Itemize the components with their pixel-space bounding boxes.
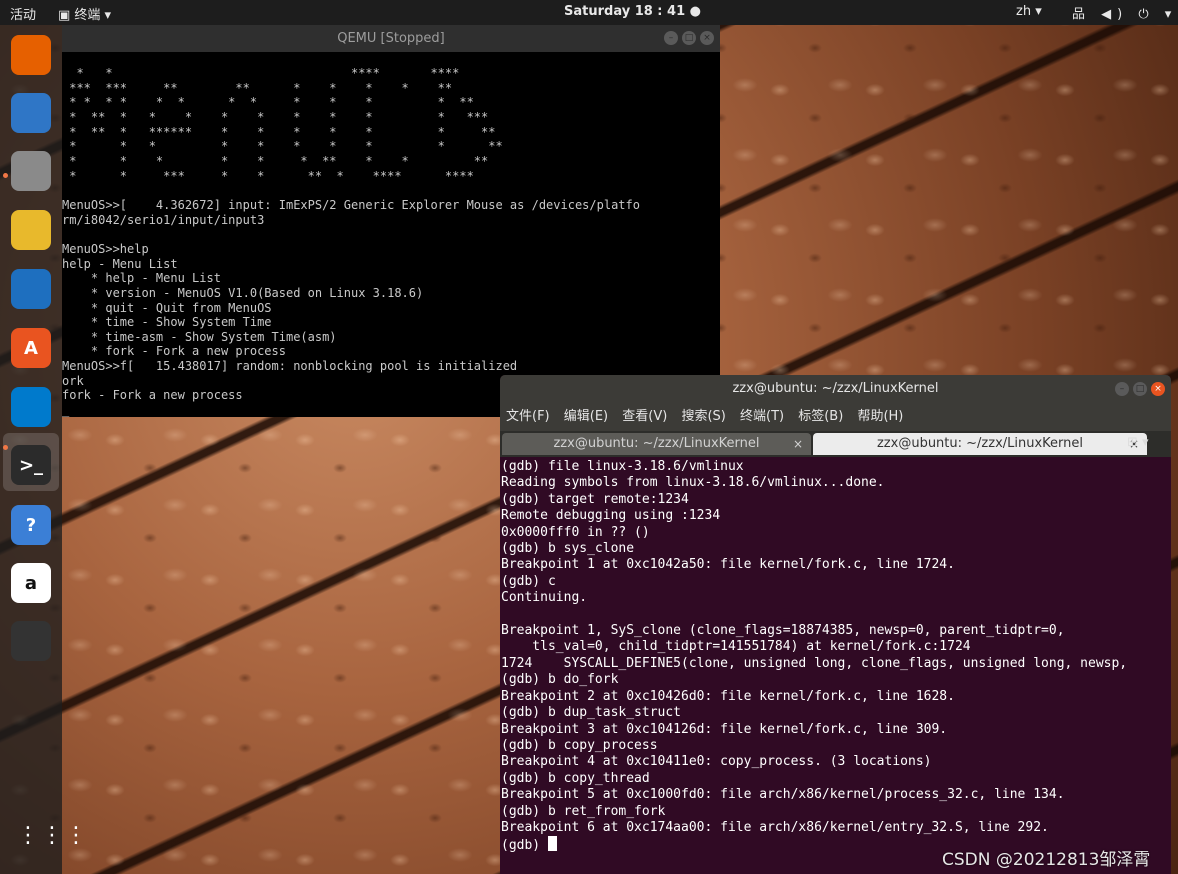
console-line: fork - Fork a new process [62, 388, 243, 403]
terminal-line: 0x0000fff0 in ?? () [501, 524, 650, 540]
watermark: CSDN @20212813邹泽霄 [942, 850, 1151, 870]
terminal-line: Breakpoint 6 at 0xc174aa00: file arch/x8… [501, 819, 1049, 835]
software-icon[interactable]: A [11, 328, 51, 368]
rhythmbox-icon[interactable] [11, 210, 51, 250]
parrot-icon[interactable] [11, 621, 51, 661]
terminal-window[interactable]: zzx@ubuntu: ~/zzx/LinuxKernel – □ × 文件(F… [500, 375, 1171, 874]
terminal-line: 1724 SYSCALL_DEFINE5(clone, unsigned lon… [501, 655, 1128, 671]
writer-icon[interactable] [11, 269, 51, 309]
top-bar: 活动 ▣ 终端 ▾ Saturday 18 : 41 ● zh ▾ 品 ◀) ⏻… [0, 0, 1178, 25]
console-line: MenuOS>>[ 4.362672] input: ImExPS/2 Gene… [62, 197, 640, 212]
console-line: * * * * * * ** * * ** [62, 153, 489, 168]
console-line: * quit - Quit from MenuOS [62, 300, 272, 315]
maximize-icon[interactable]: □ [682, 31, 696, 45]
text-cursor [547, 836, 557, 852]
terminal-line: Remote debugging using :1234 [501, 508, 721, 524]
running-indicator [3, 445, 8, 450]
menu-view[interactable]: 查看(V) [622, 409, 667, 424]
new-tab-icon[interactable]: ⊞ ▾ [1127, 435, 1149, 450]
console-line: *** *** ** ** * * * * ** [62, 80, 453, 95]
app-menu-label: 终端 ▾ [74, 8, 112, 23]
menu-edit[interactable]: 编辑(E) [564, 409, 608, 424]
console-line: rm/i8042/serio1/input/input3 [62, 212, 265, 227]
tab-2[interactable]: zzx@ubuntu: ~/zzx/LinuxKernel × [813, 433, 1147, 455]
terminal-line: Reading symbols from linux-3.18.6/vmlinu… [501, 475, 885, 491]
clock[interactable]: Saturday 18 : 41 ● [564, 4, 701, 19]
terminal-output[interactable]: (gdb) file linux-3.18.6/vmlinux Reading … [500, 457, 1171, 855]
show-applications-icon[interactable]: ⋮⋮⋮ [17, 825, 89, 847]
console-line: * time-asm - Show System Time(asm) [62, 329, 337, 344]
running-indicator [3, 173, 8, 178]
amazon-icon[interactable]: a [11, 563, 51, 603]
activities-button[interactable]: 活动 [10, 4, 36, 23]
terminal-menubar: 文件(F) 编辑(E) 查看(V) 搜索(S) 终端(T) 标签(B) 帮助(H… [500, 403, 1171, 431]
console-line: MenuOS>>help [62, 241, 149, 256]
terminal-line: (gdb) b copy_process [501, 737, 658, 753]
console-line: MenuOS>>f[ 15.438017] random: nonblockin… [62, 359, 518, 374]
terminal-line: (gdb) b sys_clone [501, 541, 635, 557]
menu-help[interactable]: 帮助(H) [857, 409, 903, 424]
console-line: * * * * * * * * * ** [62, 139, 503, 154]
terminal-line: Breakpoint 2 at 0xc10426d0: file kernel/… [501, 688, 955, 704]
console-line: _ [62, 403, 70, 418]
console-line: * version - MenuOS V1.0(Based on Linux 3… [62, 285, 424, 300]
console-line: * ** * ****** * * * * * * ** [62, 124, 496, 139]
terminal-line: (gdb) b dup_task_struct [501, 705, 682, 721]
tab-2-label: zzx@ubuntu: ~/zzx/LinuxKernel [876, 436, 1084, 451]
console-line: * fork - Fork a new process [62, 344, 286, 359]
console-line: * time - Show System Time [62, 315, 272, 330]
terminal-line: (gdb) c [501, 573, 556, 589]
terminal-line: (gdb) b ret_from_fork [501, 803, 666, 819]
terminal-icon[interactable]: >_ [11, 445, 51, 485]
terminal-line: Breakpoint 1, SyS_clone (clone_flags=188… [501, 623, 1065, 639]
close-icon[interactable]: × [700, 31, 714, 45]
terminal-prompt: (gdb) [501, 838, 548, 854]
minimize-icon[interactable]: – [664, 31, 678, 45]
qemu-title: QEMU [Stopped] [337, 31, 445, 46]
app-menu[interactable]: ▣ 终端 ▾ [58, 4, 111, 23]
terminal-line: (gdb) b copy_thread [501, 770, 650, 786]
menu-file[interactable]: 文件(F) [506, 409, 550, 424]
dock: A >_? a ⋮⋮⋮ [0, 25, 87, 874]
console-line: * help - Menu List [62, 271, 221, 286]
tab-1-label: zzx@ubuntu: ~/zzx/LinuxKernel [553, 436, 760, 451]
console-line: * * * * * * * * * * * * ** [62, 95, 474, 110]
help-icon[interactable]: ? [11, 505, 51, 545]
terminal-line: tls_val=0, child_tidptr=141551784) at ke… [501, 639, 971, 655]
qemu-console[interactable]: * * **** **** *** *** ** ** * * * * ** *… [62, 52, 720, 418]
terminal-line: (gdb) target remote:1234 [501, 491, 689, 507]
terminal-title: zzx@ubuntu: ~/zzx/LinuxKernel [732, 381, 939, 396]
input-method-indicator[interactable]: zh ▾ [1016, 4, 1042, 19]
terminal-line: Breakpoint 1 at 0xc1042a50: file kernel/… [501, 557, 955, 573]
minimize-icon[interactable]: – [1115, 382, 1129, 396]
terminal-line: Continuing. [501, 590, 588, 606]
tab-close-icon[interactable]: × [793, 433, 803, 455]
console-line: * ** * * * * * * * * * *** [62, 109, 489, 124]
terminal-small-icon: ▣ [58, 8, 75, 23]
terminal-line: (gdb) file linux-3.18.6/vmlinux [501, 459, 744, 474]
console-line: * * **** **** [62, 66, 460, 80]
qemu-window[interactable]: QEMU [Stopped] – □ × * * **** **** *** *… [62, 25, 720, 417]
console-line: help - Menu List [62, 256, 178, 271]
terminal-line: Breakpoint 4 at 0xc10411e0: copy_process… [501, 754, 932, 770]
files-icon[interactable] [11, 151, 51, 191]
menu-search[interactable]: 搜索(S) [681, 409, 725, 424]
qemu-titlebar[interactable]: QEMU [Stopped] – □ × [62, 25, 720, 52]
maximize-icon[interactable]: □ [1133, 382, 1147, 396]
firefox-icon[interactable] [11, 35, 51, 75]
terminal-tabbar: zzx@ubuntu: ~/zzx/LinuxKernel × zzx@ubun… [500, 431, 1171, 457]
vscode-icon[interactable] [11, 387, 51, 427]
terminal-line: Breakpoint 5 at 0xc1000fd0: file arch/x8… [501, 787, 1065, 803]
console-line: ork [62, 373, 84, 388]
system-menu-icons[interactable]: 品 ◀) ⏻ ▾ [1072, 3, 1177, 22]
close-icon[interactable]: × [1151, 382, 1165, 396]
tab-1[interactable]: zzx@ubuntu: ~/zzx/LinuxKernel × [502, 433, 811, 455]
terminal-titlebar[interactable]: zzx@ubuntu: ~/zzx/LinuxKernel – □ × [500, 375, 1171, 403]
menu-tabs[interactable]: 标签(B) [798, 409, 843, 424]
thunderbird-icon[interactable] [11, 93, 51, 133]
menu-terminal[interactable]: 终端(T) [740, 409, 784, 424]
terminal-line: Breakpoint 3 at 0xc104126d: file kernel/… [501, 721, 948, 737]
terminal-line: (gdb) b do_fork [501, 672, 619, 688]
console-line: * * *** * * ** * **** **** [62, 168, 474, 183]
